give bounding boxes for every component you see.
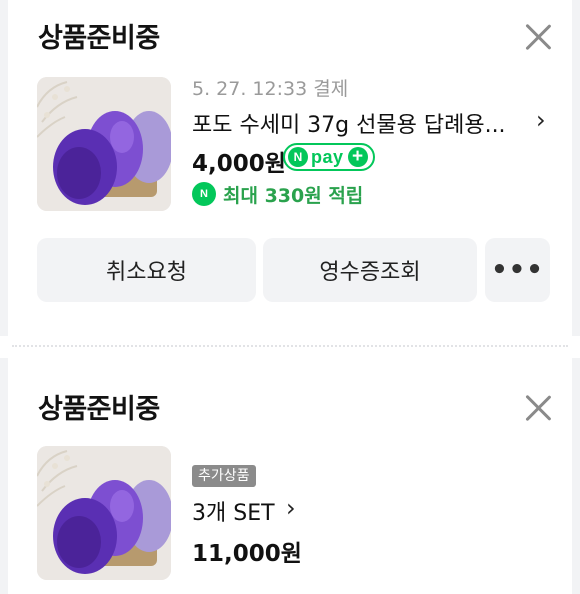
product-thumbnail[interactable] — [37, 77, 171, 211]
product-image — [37, 446, 171, 580]
npay-label: pay — [311, 146, 344, 167]
order-card: 상품준비중 5. 27. 12:33 결제 포도 수세미 37g 선물용 답례용… — [0, 0, 580, 336]
card-edge — [572, 358, 580, 594]
product-name-link[interactable]: 포도 수세미 37g 선물용 답례용... — [192, 107, 506, 139]
card-edge — [0, 358, 8, 594]
product-price: 11,000원 — [192, 541, 302, 567]
chevron-right-icon[interactable]: › — [286, 494, 296, 522]
additional-product-tag: 추가상품 — [192, 465, 256, 487]
chevron-right-icon[interactable]: › — [536, 106, 546, 134]
product-price: 4,000원 — [192, 151, 286, 177]
card-edge — [0, 0, 8, 336]
plus-icon: + — [347, 147, 368, 167]
cancel-request-button[interactable]: 취소요청 — [37, 238, 256, 302]
reward-info: N 최대 330원 적립 — [192, 181, 363, 207]
option-name-link[interactable]: 3개 SET — [192, 495, 275, 527]
reward-text: 최대 330원 적립 — [223, 184, 364, 207]
payment-datetime: 5. 27. 12:33 결제 — [192, 78, 349, 100]
receipt-lookup-button[interactable]: 영수증조회 — [263, 238, 477, 302]
product-thumbnail[interactable] — [37, 446, 171, 580]
close-icon[interactable] — [523, 393, 553, 423]
npay-plus-badge: N pay + — [283, 143, 375, 171]
naver-point-icon: N — [192, 182, 216, 206]
more-options-button[interactable]: ••• — [485, 238, 550, 302]
close-icon[interactable] — [523, 22, 553, 52]
naver-n-icon: N — [288, 147, 308, 167]
card-edge — [572, 0, 580, 336]
section-divider — [12, 345, 568, 347]
order-status-title: 상품준비중 — [38, 23, 160, 54]
order-status-title: 상품준비중 — [38, 394, 160, 425]
product-image — [37, 77, 171, 211]
